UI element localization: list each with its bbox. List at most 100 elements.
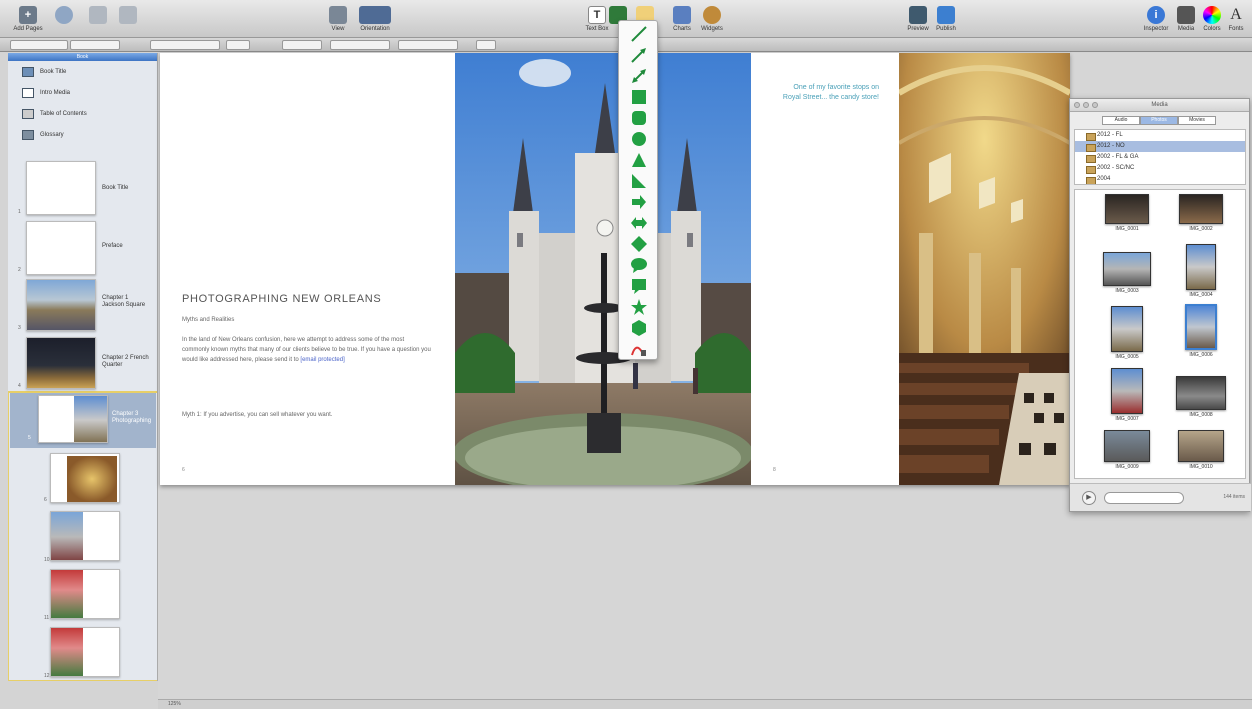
- double-arrow-block-shape-icon[interactable]: [630, 214, 648, 232]
- arrange-control[interactable]: [476, 40, 496, 50]
- star-shape-icon[interactable]: [630, 298, 648, 316]
- photo-thumb[interactable]: IMG_0009: [1097, 430, 1157, 470]
- fonts-button[interactable]: A Fonts: [1216, 6, 1252, 32]
- speech-bubble-shape-icon[interactable]: [630, 256, 648, 274]
- line-shape-icon[interactable]: [630, 25, 648, 43]
- cathedral-thumb-image: [74, 396, 107, 442]
- chapter-title[interactable]: PHOTOGRAPHING NEW ORLEANS: [182, 293, 381, 305]
- zoom-control[interactable]: 125%: [168, 701, 181, 707]
- cathedral-interior-photo[interactable]: [899, 53, 1070, 485]
- photo-caption[interactable]: One of my favorite stops on Royal Street…: [779, 83, 879, 103]
- right-page: One of my favorite stops on Royal Street…: [751, 53, 899, 485]
- media-browser-window: Media Audio Photos Movies 2012 - FL 2012…: [1069, 98, 1251, 512]
- close-button[interactable]: [1074, 102, 1080, 108]
- polygon-shape-icon[interactable]: [630, 319, 648, 337]
- stroke-slider[interactable]: [150, 40, 220, 50]
- page-number: 6: [182, 467, 185, 473]
- tab-audio[interactable]: Audio: [1102, 116, 1140, 125]
- photo-thumb[interactable]: IMG_0005: [1097, 306, 1157, 360]
- orientation-button[interactable]: Orientation: [355, 6, 395, 32]
- tab-photos[interactable]: Photos: [1140, 116, 1178, 125]
- street-thumb-image: [51, 512, 83, 560]
- book-sidebar: Book Book Title Intro Media Table of Con…: [8, 53, 158, 681]
- opacity-control[interactable]: [330, 40, 390, 50]
- album-item[interactable]: 2002 - SC/NC: [1075, 163, 1245, 174]
- photo-thumb[interactable]: IMG_0010: [1171, 430, 1231, 470]
- item-count: 144 items: [1223, 494, 1245, 500]
- widgets-button[interactable]: Widgets: [692, 6, 732, 32]
- page-thumb-4[interactable]: [26, 337, 96, 389]
- chapter-body-text-2[interactable]: Myth 1: If you advertise, you can sell w…: [182, 412, 332, 418]
- shadow-control[interactable]: [282, 40, 322, 50]
- sidebar-item-intro-media[interactable]: Intro Media: [8, 82, 157, 103]
- page-spread: PHOTOGRAPHING NEW ORLEANS Myths and Real…: [160, 53, 1070, 485]
- chapter-body-text[interactable]: In the land of New Orleans confusion, he…: [182, 335, 432, 365]
- double-arrow-shape-icon[interactable]: [630, 67, 648, 85]
- photo-image: [1111, 306, 1143, 352]
- square-shape-icon[interactable]: [630, 88, 648, 106]
- wrap-control[interactable]: [398, 40, 458, 50]
- add-pages-button[interactable]: + Add Pages: [8, 6, 48, 32]
- style-popup[interactable]: [10, 40, 68, 50]
- photo-image: [1178, 430, 1224, 462]
- album-item[interactable]: 2004: [1075, 174, 1245, 184]
- status-bar: 125%: [158, 699, 1252, 709]
- email-link[interactable]: [email protected]: [300, 357, 344, 363]
- album-item[interactable]: 2012 - FL: [1075, 130, 1245, 141]
- rounded-square-shape-icon[interactable]: [630, 109, 648, 127]
- publish-button[interactable]: Publish: [926, 6, 966, 32]
- cathedral-photo[interactable]: [455, 53, 751, 485]
- view-button[interactable]: View: [318, 6, 358, 32]
- photo-image: [1185, 304, 1217, 350]
- sidebar-header: Book: [8, 53, 157, 61]
- widgets-icon: [703, 6, 721, 24]
- preview-icon: [909, 6, 927, 24]
- diamond-shape-icon[interactable]: [630, 235, 648, 253]
- media-browser-footer: ▶ 144 items: [1070, 483, 1251, 511]
- photo-thumb[interactable]: IMG_0008: [1171, 376, 1231, 418]
- album-item-selected[interactable]: 2012 - NO: [1075, 141, 1245, 152]
- arrow-line-shape-icon[interactable]: [630, 46, 648, 64]
- triangle-shape-icon[interactable]: [630, 151, 648, 169]
- page-thumb-10[interactable]: [50, 511, 120, 561]
- photo-thumb[interactable]: IMG_0007: [1097, 368, 1157, 422]
- chapter-subtitle[interactable]: Myths and Realities: [182, 317, 234, 323]
- callout-shape-icon[interactable]: [630, 277, 648, 295]
- photo-thumb[interactable]: IMG_0006: [1171, 304, 1231, 358]
- photo-image: [1103, 252, 1151, 286]
- page-thumb-2[interactable]: [26, 221, 96, 275]
- photo-thumb[interactable]: IMG_0003: [1097, 252, 1157, 294]
- zoom-button[interactable]: [1092, 102, 1098, 108]
- photo-thumb[interactable]: IMG_0004: [1171, 244, 1231, 298]
- photo-grid: IMG_0001 IMG_0002 IMG_0003 IMG_0004 IMG_…: [1074, 189, 1246, 479]
- page-thumb-6[interactable]: [50, 453, 120, 503]
- media-browser-titlebar[interactable]: Media: [1070, 99, 1249, 112]
- album-item[interactable]: 2002 - FL & GA: [1075, 152, 1245, 163]
- fill-well[interactable]: [226, 40, 250, 50]
- publish-icon: [937, 6, 955, 24]
- circle-shape-icon[interactable]: [630, 130, 648, 148]
- right-triangle-shape-icon[interactable]: [630, 172, 648, 190]
- media-frame-icon: [22, 87, 34, 98]
- toolbar-button-4[interactable]: [108, 6, 148, 24]
- page-thumb-5[interactable]: [38, 395, 108, 443]
- sidebar-item-toc[interactable]: Table of Contents: [8, 103, 157, 124]
- photo-thumb[interactable]: IMG_0001: [1097, 194, 1157, 232]
- media-search-input[interactable]: [1104, 492, 1184, 504]
- arrow-shape-icon[interactable]: [630, 193, 648, 211]
- page-thumb-12[interactable]: [50, 627, 120, 677]
- columns-icon: [119, 6, 137, 24]
- page-thumb-1[interactable]: [26, 161, 96, 215]
- minimize-button[interactable]: [1083, 102, 1089, 108]
- page-thumb-11[interactable]: [50, 569, 120, 619]
- shapes-menu: [618, 20, 658, 360]
- page-thumb-3[interactable]: [26, 279, 96, 331]
- photo-thumb[interactable]: IMG_0002: [1171, 194, 1231, 232]
- sidebar-item-book-title[interactable]: Book Title: [8, 61, 157, 82]
- tab-movies[interactable]: Movies: [1178, 116, 1216, 125]
- font-popup[interactable]: [70, 40, 120, 50]
- sidebar-item-glossary[interactable]: Glossary: [8, 124, 157, 145]
- draw-shape-icon[interactable]: [630, 340, 648, 358]
- plus-icon: +: [19, 6, 37, 24]
- play-button[interactable]: ▶: [1082, 491, 1096, 505]
